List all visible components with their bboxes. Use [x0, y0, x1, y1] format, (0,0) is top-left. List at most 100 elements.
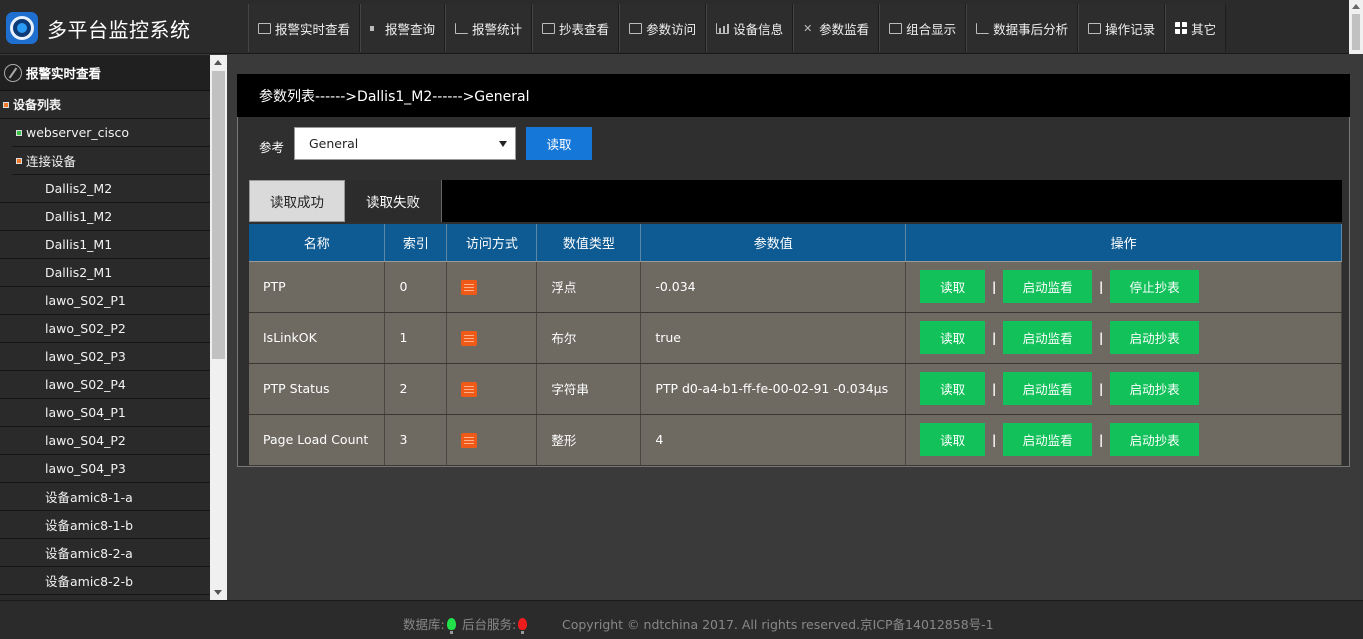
meter-toggle-button[interactable]: 停止抄表 [1110, 270, 1200, 303]
nav-alarm-realtime[interactable]: 报警实时查看 [248, 4, 361, 52]
tree-device[interactable]: 设备amic8-2-a [0, 539, 210, 567]
tree-device[interactable]: lawo_S02_P2 [0, 315, 210, 343]
nav-label: 操作记录 [1105, 21, 1156, 37]
expand-icon[interactable] [16, 129, 22, 136]
read-button[interactable]: 读取 [526, 127, 592, 160]
row-read-button[interactable]: 读取 [920, 270, 986, 303]
cell-type: 整形 [536, 414, 642, 466]
nav-meter-view[interactable]: 抄表查看 [532, 4, 620, 52]
tree-device[interactable]: lawo_S04_P1 [0, 399, 210, 427]
cell-value: true [640, 312, 907, 364]
tree-device[interactable]: Dallis1_M1 [0, 231, 210, 259]
separator: | [991, 432, 997, 447]
scroll-up-icon[interactable] [214, 60, 222, 65]
nav-label: 参数访问 [646, 21, 697, 37]
tree-device[interactable]: Dallis2_M2 [0, 175, 210, 203]
panel-icon [629, 22, 643, 34]
result-tabs: 读取成功 读取失败 [249, 180, 1342, 222]
nav-label: 抄表查看 [559, 21, 610, 37]
page-scrollbar[interactable] [1349, 0, 1363, 54]
list-icon[interactable] [461, 279, 478, 295]
param-table: 名称 索引 访问方式 数值类型 参数值 操作 PTP 0 浮点 -0.034 读… [249, 224, 1342, 466]
scroll-down-icon[interactable] [214, 590, 222, 595]
cell-name: Page Load Count [249, 414, 386, 466]
tree-device[interactable]: Dallis1_M2 [0, 203, 210, 231]
tree-label: 设备列表 [13, 98, 62, 112]
table-row: PTP Status 2 字符串 PTP d0-a4-b1-ff-fe-00-0… [249, 363, 1342, 415]
tree-server[interactable]: webserver_cisco [12, 119, 210, 147]
tree-device-list[interactable]: 设备列表 [0, 91, 210, 119]
col-header-type: 数值类型 [536, 224, 642, 262]
ref-select[interactable]: General [294, 127, 516, 160]
breadcrumb: 参数列表------>Dallis1_M2------>General [237, 74, 1350, 117]
row-read-button[interactable]: 读取 [920, 423, 986, 456]
combo-icon [889, 22, 903, 34]
tab-read-failure[interactable]: 读取失败 [345, 180, 442, 222]
nav-combo-display[interactable]: 组合显示 [879, 4, 967, 52]
separator: | [1098, 330, 1104, 345]
select-value: General [309, 136, 359, 151]
db-status: 数据库: [403, 614, 456, 634]
start-monitor-button[interactable]: 启动监看 [1003, 321, 1093, 354]
collapse-icon[interactable] [3, 101, 9, 108]
nav-device-info[interactable]: 设备信息 [706, 4, 794, 52]
meter-toggle-button[interactable]: 启动抄表 [1110, 372, 1200, 405]
copyright: Copyright © ndtchina 2017. All rights re… [562, 617, 994, 632]
row-read-button[interactable]: 读取 [920, 321, 986, 354]
list-icon [1088, 22, 1102, 34]
ref-label: 参考 [259, 140, 285, 155]
cell-name: PTP Status [249, 363, 386, 415]
meter-toggle-button[interactable]: 启动抄表 [1110, 321, 1200, 354]
bar-chart-icon [716, 22, 730, 34]
row-read-button[interactable]: 读取 [920, 372, 986, 405]
separator: | [1098, 381, 1104, 396]
collapse-icon[interactable] [16, 157, 22, 164]
nav-label: 报警查询 [385, 21, 436, 37]
scroll-thumb[interactable] [212, 71, 225, 359]
cell-ops: 读取 | 启动监看 | 启动抄表 [905, 414, 1342, 466]
tree-device[interactable]: lawo_S04_P3 [0, 455, 210, 483]
cell-access [446, 414, 538, 466]
tree-connected-devices[interactable]: 连接设备 [12, 147, 210, 175]
tree-device[interactable]: lawo_S02_P4 [0, 371, 210, 399]
start-monitor-button[interactable]: 启动监看 [1003, 423, 1093, 456]
nav-param-monitor[interactable]: ✕ 参数监看 [793, 4, 880, 52]
cell-name: PTP [249, 261, 386, 313]
nav-param-access[interactable]: 参数访问 [619, 4, 707, 52]
speaker-icon [370, 22, 382, 34]
tree-device[interactable]: 设备amic8-2-b [0, 567, 210, 595]
main-content: 参数列表------>Dallis1_M2------>General 参考 G… [237, 74, 1350, 467]
nav-alarm-query[interactable]: 报警查询 [360, 4, 446, 52]
separator: | [991, 279, 997, 294]
tree-device[interactable]: lawo_S02_P3 [0, 343, 210, 371]
nav-operation-log[interactable]: 操作记录 [1078, 4, 1166, 52]
nav-data-analysis[interactable]: 数据事后分析 [966, 4, 1079, 52]
nav-other[interactable]: 其它 [1165, 4, 1227, 52]
tree-label: webserver_cisco [26, 125, 130, 140]
list-icon[interactable] [461, 432, 478, 448]
tree-device[interactable]: lawo_S02_P1 [0, 287, 210, 315]
nav-label: 组合显示 [906, 21, 957, 37]
sidebar-header[interactable]: 报警实时查看 [0, 55, 210, 91]
meter-toggle-button[interactable]: 启动抄表 [1110, 423, 1200, 456]
meter-icon [542, 22, 556, 34]
nav-alarm-stats[interactable]: 报警统计 [445, 4, 533, 52]
line-chart-icon [455, 22, 469, 34]
sidebar-scrollbar[interactable] [210, 55, 227, 600]
tab-read-success[interactable]: 读取成功 [249, 180, 345, 222]
cell-ops: 读取 | 启动监看 | 启动抄表 [905, 312, 1342, 364]
list-icon[interactable] [461, 330, 478, 346]
nav-label: 报警实时查看 [275, 21, 351, 37]
tree-device[interactable]: 设备amic8-1-b [0, 511, 210, 539]
start-monitor-button[interactable]: 启动监看 [1003, 372, 1093, 405]
scroll-up-icon[interactable] [1352, 4, 1360, 9]
start-monitor-button[interactable]: 启动监看 [1003, 270, 1093, 303]
list-icon[interactable] [461, 381, 478, 397]
tree-device[interactable]: Dallis2_M1 [0, 259, 210, 287]
cell-ops: 读取 | 启动监看 | 停止抄表 [905, 261, 1342, 313]
tree-device[interactable]: 设备amic8-1-a [0, 483, 210, 511]
cell-index: 1 [384, 312, 448, 364]
tree-device[interactable]: lawo_S04_P2 [0, 427, 210, 455]
scroll-thumb[interactable] [1352, 14, 1360, 50]
sidebar-header-label: 报警实时查看 [26, 66, 102, 81]
